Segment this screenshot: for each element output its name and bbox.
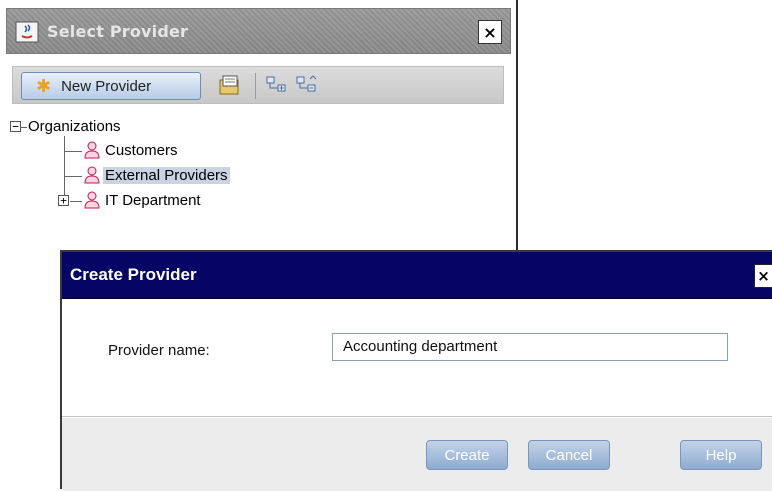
collapse-all-icon[interactable]	[295, 74, 319, 96]
create-button[interactable]: Create	[426, 440, 508, 470]
tree-connector	[21, 127, 27, 128]
user-icon	[84, 166, 100, 184]
organization-tree: − Organizations Customers External Provi…	[10, 114, 490, 244]
user-icon	[84, 141, 100, 159]
new-provider-button[interactable]: ✱ New Provider	[21, 72, 201, 100]
expand-all-icon[interactable]	[265, 74, 289, 96]
create-provider-dialog: Create Provider × Provider name: Account…	[60, 250, 772, 491]
create-provider-titlebar[interactable]: Create Provider ×	[62, 252, 772, 299]
tree-connector	[64, 136, 65, 200]
new-provider-label: New Provider	[61, 77, 152, 95]
dialog-title: Create Provider	[70, 265, 197, 284]
dialog-body: Provider name: Accounting department	[62, 299, 772, 417]
user-icon	[84, 191, 100, 209]
tree-item-customers[interactable]: Customers	[105, 142, 178, 159]
properties-icon[interactable]	[218, 74, 242, 96]
collapse-toggle[interactable]: −	[10, 121, 21, 132]
dialog-footer: Create Cancel Help	[62, 418, 772, 491]
provider-name-input[interactable]: Accounting department	[332, 333, 728, 361]
expand-toggle[interactable]: +	[58, 195, 69, 206]
tree-connector	[64, 176, 82, 177]
toolbar: ✱ New Provider	[12, 66, 504, 104]
new-star-icon: ✱	[36, 75, 52, 96]
dialog-close-button[interactable]: ×	[754, 264, 772, 288]
window-title: Select Provider	[47, 22, 189, 41]
tree-connector	[70, 201, 82, 202]
provider-name-label: Provider name:	[108, 342, 210, 359]
close-icon: ×	[757, 267, 770, 285]
toolbar-separator	[255, 73, 256, 99]
help-button[interactable]: Help	[680, 440, 762, 470]
close-button[interactable]: ×	[478, 20, 502, 44]
tree-root-organizations[interactable]: Organizations	[28, 118, 121, 135]
select-provider-titlebar[interactable]: Select Provider ×	[6, 8, 511, 54]
cancel-button[interactable]: Cancel	[528, 440, 610, 470]
tree-item-external-providers[interactable]: External Providers	[103, 167, 230, 184]
tree-connector	[64, 151, 82, 152]
close-icon: ×	[483, 22, 497, 42]
java-app-icon	[15, 21, 39, 43]
tree-item-it-department[interactable]: IT Department	[105, 192, 201, 209]
